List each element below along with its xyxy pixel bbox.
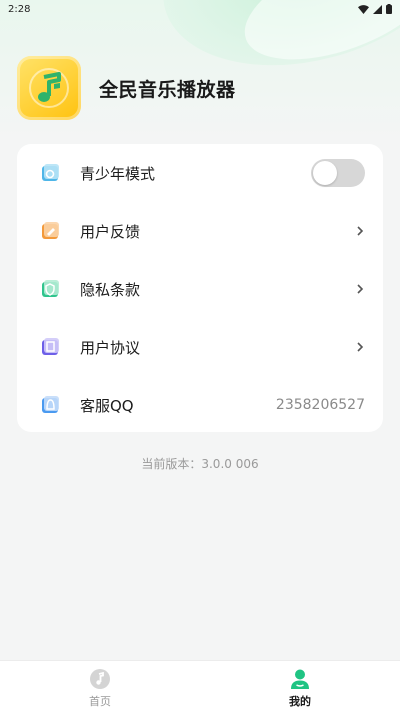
qq-icon — [42, 396, 59, 413]
app-name: 全民音乐播放器 — [99, 78, 236, 101]
service-qq-row[interactable]: 客服QQ 2358206527 — [17, 376, 383, 434]
document-icon — [42, 338, 59, 355]
teen-mode-icon — [42, 164, 59, 181]
shield-icon — [42, 280, 59, 297]
person-icon — [291, 669, 309, 689]
music-disc-icon — [90, 669, 110, 689]
agreement-row[interactable]: 用户协议 — [17, 318, 383, 376]
tab-mine-label: 我的 — [289, 695, 311, 708]
bottom-tab-bar: 首页 我的 — [0, 660, 400, 711]
battery-icon — [386, 4, 392, 14]
status-bar: 2:28 — [0, 0, 400, 18]
app-header: 全民音乐播放器 — [17, 56, 236, 120]
music-note-icon — [29, 68, 69, 108]
teen-mode-toggle[interactable] — [311, 159, 365, 187]
teen-mode-row: 青少年模式 — [17, 144, 383, 202]
privacy-row[interactable]: 隐私条款 — [17, 260, 383, 318]
tab-home-label: 首页 — [89, 695, 111, 708]
feedback-row[interactable]: 用户反馈 — [17, 202, 383, 260]
wifi-icon — [358, 4, 369, 14]
signal-icon — [373, 4, 382, 14]
tab-home[interactable]: 首页 — [0, 661, 200, 711]
chevron-right-icon — [357, 226, 364, 236]
service-qq-label: 客服QQ — [80, 396, 134, 415]
service-qq-value: 2358206527 — [275, 397, 365, 413]
tab-mine[interactable]: 我的 — [200, 661, 400, 711]
chevron-right-icon — [357, 342, 364, 352]
teen-mode-label: 青少年模式 — [80, 164, 156, 183]
status-time: 2:28 — [8, 3, 31, 15]
agreement-label: 用户协议 — [80, 338, 141, 357]
settings-card: 青少年模式 用户反馈 隐私条款 用户协议 客服QQ 2358206527 — [17, 144, 383, 432]
feedback-icon — [42, 222, 59, 239]
chevron-right-icon — [357, 284, 364, 294]
app-logo — [17, 56, 81, 120]
version-text: 当前版本：3.0.0 006 — [141, 457, 259, 471]
privacy-label: 隐私条款 — [80, 280, 141, 299]
toggle-knob — [313, 161, 337, 185]
feedback-label: 用户反馈 — [80, 222, 141, 241]
